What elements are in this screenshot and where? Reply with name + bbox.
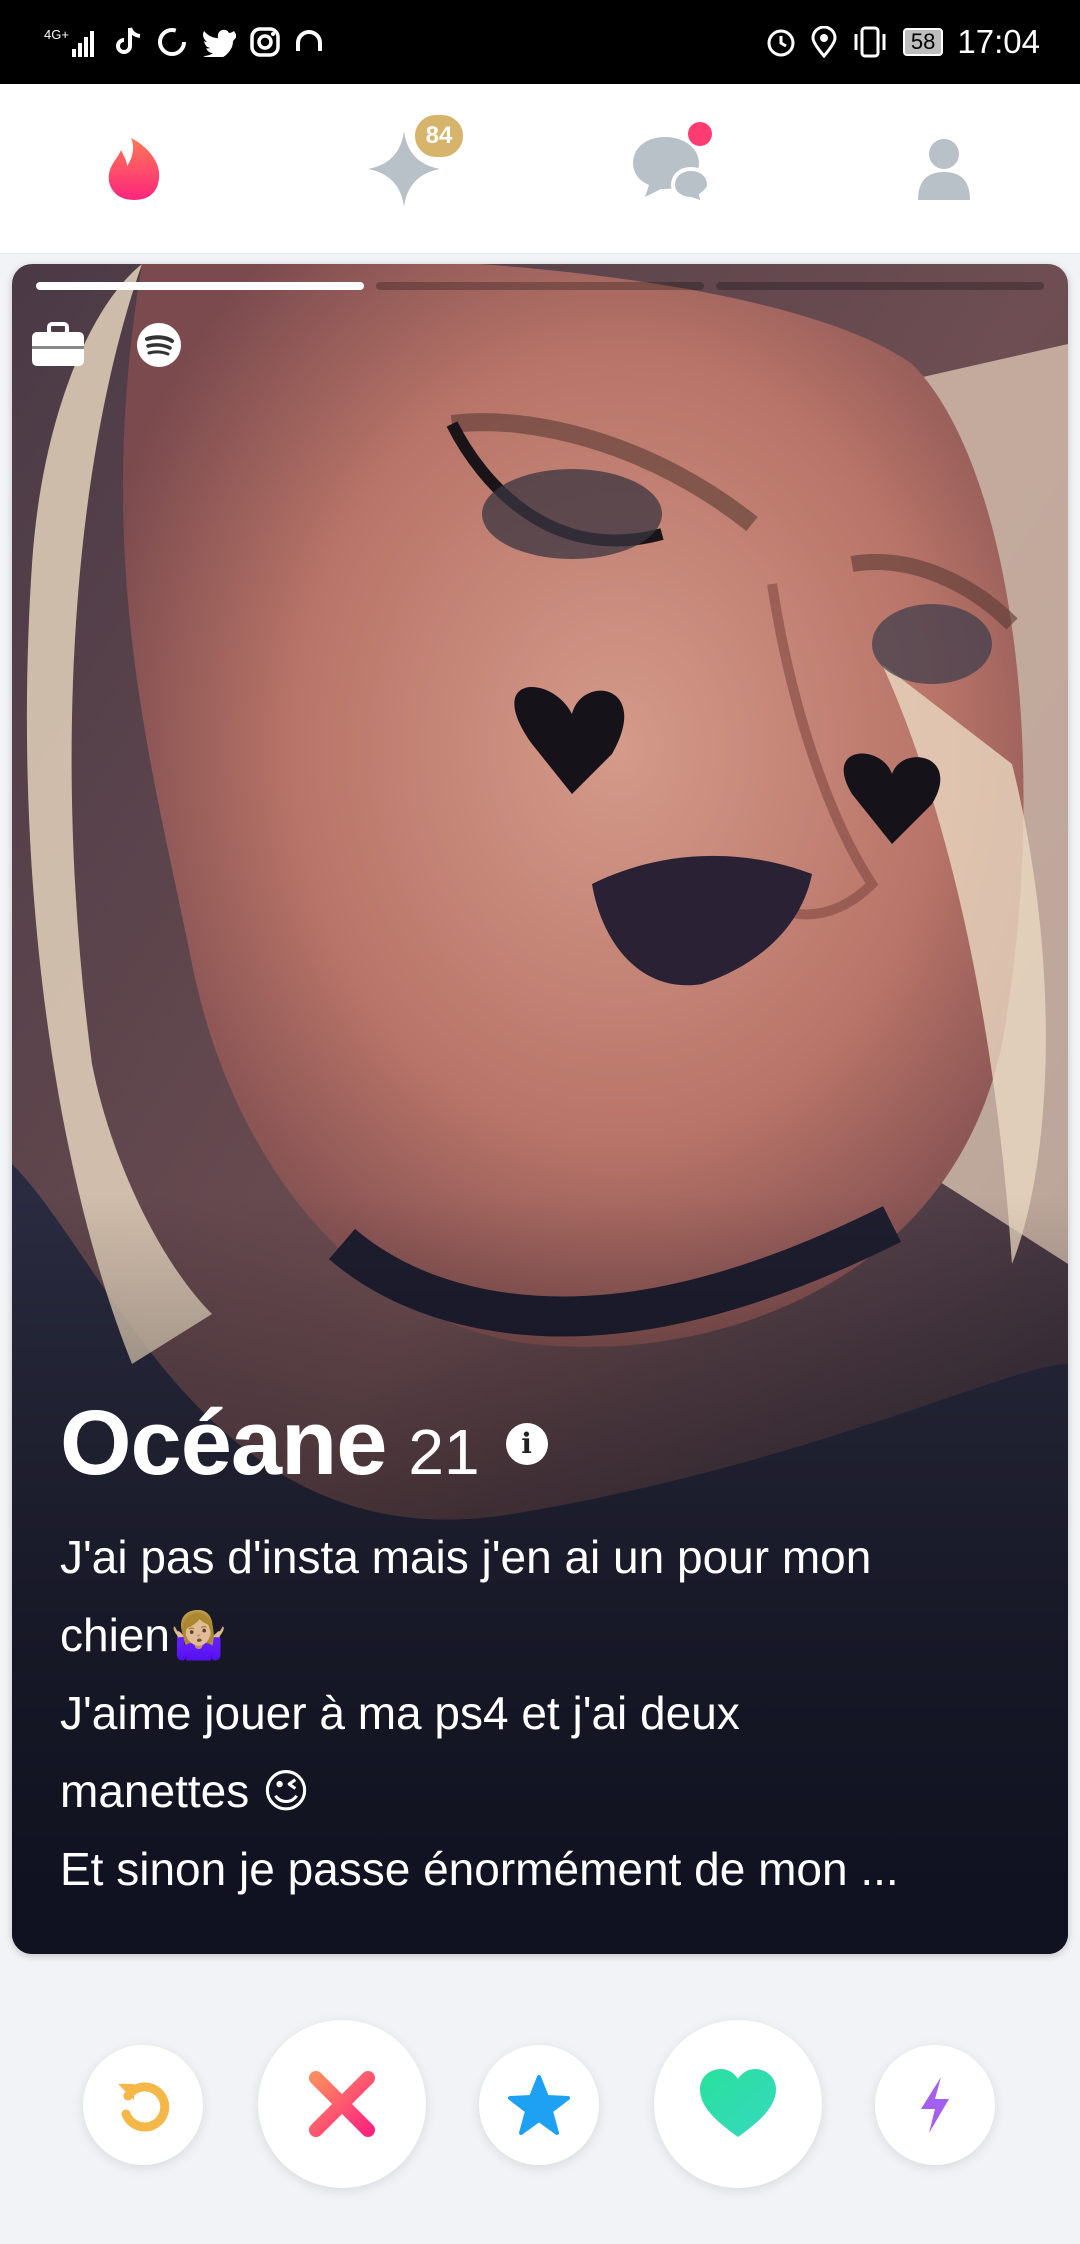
photo-indicator	[36, 282, 1044, 290]
heart-icon	[696, 2067, 780, 2141]
bio-line: J'aime jouer à ma ps4 et j'ai deux	[60, 1687, 740, 1739]
signal-icon: 4G+	[44, 25, 102, 59]
twitter-icon	[202, 27, 236, 57]
photo-indicator-bar[interactable]	[716, 282, 1044, 290]
battery-indicator: 58	[902, 28, 944, 56]
profile-name: Océane	[60, 1392, 387, 1494]
bio-line: manettes 😉	[60, 1765, 310, 1817]
vibrate-icon	[851, 26, 889, 58]
profile-icon	[916, 136, 972, 202]
super-like-button[interactable]	[479, 2045, 599, 2165]
briefcase-icon	[30, 322, 86, 368]
top-nav: 84	[0, 84, 1080, 254]
nav-messages-tab[interactable]	[604, 84, 744, 254]
boost-button[interactable]	[875, 2045, 995, 2165]
profile-info: Océane 21 i J'ai pas d'insta mais j'en a…	[12, 1391, 1068, 1954]
profile-bio: J'ai pas d'insta mais j'en ai un pour mo…	[60, 1518, 1020, 1908]
star-icon	[506, 2073, 572, 2137]
card-badges	[30, 322, 182, 368]
status-left: 4G+	[44, 25, 324, 59]
bolt-icon	[915, 2075, 955, 2135]
headphones-icon	[294, 27, 324, 57]
flame-icon	[105, 136, 163, 202]
info-icon[interactable]: i	[505, 1422, 548, 1465]
name-row: Océane 21 i	[60, 1391, 1020, 1496]
alarm-icon	[765, 26, 797, 58]
status-bar: 4G+ 58 17:04	[0, 0, 1080, 84]
spotify-icon	[136, 322, 182, 368]
clock: 17:04	[957, 23, 1040, 60]
nav-discover-tab[interactable]	[64, 84, 204, 254]
photo-indicator-bar[interactable]	[36, 282, 364, 290]
profile-age: 21	[408, 1416, 480, 1488]
nope-icon	[306, 2068, 378, 2140]
bio-line: chien🤷🏼‍♀️	[60, 1609, 228, 1661]
nav-top-picks-tab[interactable]: 84	[334, 84, 474, 254]
sync-icon	[156, 26, 188, 58]
rewind-button[interactable]	[83, 2045, 203, 2165]
action-bar	[0, 2020, 1080, 2190]
svg-text:4G+: 4G+	[44, 27, 69, 42]
like-button[interactable]	[654, 2020, 822, 2188]
rewind-icon	[112, 2074, 174, 2136]
location-icon	[811, 26, 837, 58]
tiktok-icon	[116, 26, 142, 58]
profile-card[interactable]: Océane 21 i J'ai pas d'insta mais j'en a…	[12, 264, 1068, 1954]
new-message-dot	[688, 122, 712, 146]
bio-line: Et sinon je passe énormément de mon ...	[60, 1843, 899, 1895]
nope-button[interactable]	[258, 2020, 426, 2188]
top-picks-badge: 84	[412, 112, 466, 160]
nav-profile-tab[interactable]	[874, 84, 1014, 254]
instagram-icon	[250, 27, 280, 57]
status-right: 58 17:04	[765, 23, 1040, 61]
photo-indicator-bar[interactable]	[376, 282, 704, 290]
bio-line: J'ai pas d'insta mais j'en ai un pour mo…	[60, 1531, 872, 1583]
